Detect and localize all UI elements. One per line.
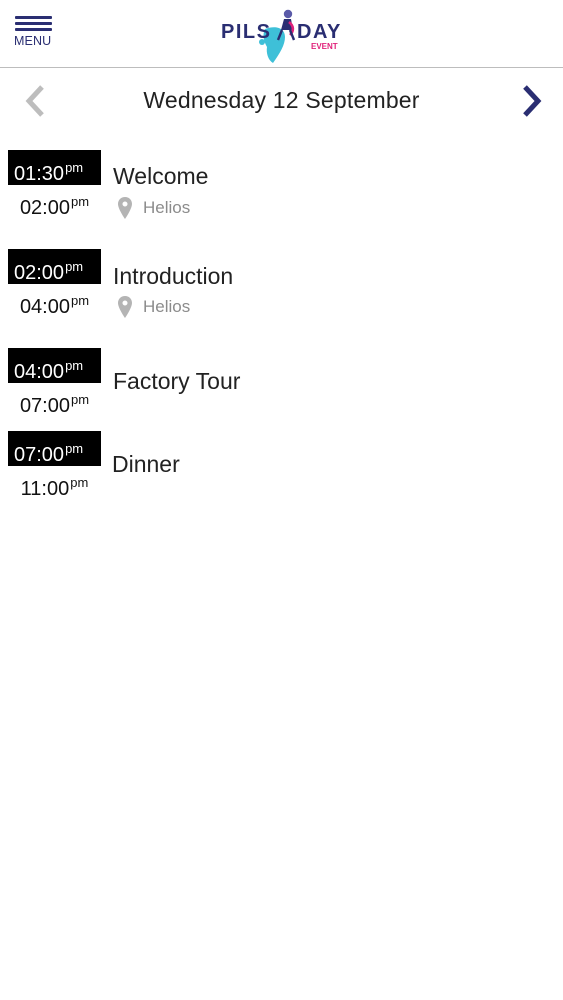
end-ampm: pm: [71, 293, 90, 308]
session-title: Welcome: [113, 163, 209, 189]
date-title: Wednesday 12 September: [143, 87, 420, 113]
session-title: Introduction: [113, 263, 234, 289]
start-ampm: pm: [65, 259, 84, 274]
start-time: 07:00pm: [8, 431, 101, 466]
schedule-item-welcome[interactable]: 01:30pm 02:00pm Welcome Helios: [0, 150, 563, 240]
end-time-value: 07:00: [19, 395, 70, 417]
start-time-value: 07:00: [14, 444, 65, 466]
end-ampm: pm: [71, 392, 90, 407]
start-ampm: pm: [65, 441, 84, 456]
session-title: Dinner: [112, 451, 180, 477]
start-ampm: pm: [65, 358, 84, 373]
schedule-item-factory-tour[interactable]: 04:00pm 07:00pm Factory Tour: [0, 348, 563, 438]
logo-text-right: DAY: [297, 21, 342, 43]
start-time-value: 04:00: [14, 361, 65, 383]
start-time: 02:00pm: [8, 249, 101, 284]
start-time: 01:30pm: [8, 150, 101, 185]
location-pin-icon: [118, 197, 132, 219]
pils-day-logo: PILS DAY EVENT: [221, 9, 342, 63]
schedule-item-dinner[interactable]: 07:00pm 11:00pm Dinner: [0, 431, 563, 521]
app-screen: MENU PILS DAY EVENT Wednesday 12 Septemb…: [0, 0, 563, 1000]
hamburger-icon: [15, 16, 52, 32]
end-time: 11:00pm: [8, 468, 101, 500]
location-pin-icon: [118, 296, 132, 318]
menu-button[interactable]: MENU: [14, 14, 58, 52]
logo-subtext: EVENT: [311, 42, 338, 51]
location-text: Helios: [143, 297, 191, 316]
session-title: Factory Tour: [113, 368, 241, 394]
location-text: Helios: [143, 198, 191, 217]
date-navigation: Wednesday 12 September: [0, 72, 563, 130]
logo-text-left: PILS: [221, 21, 271, 43]
chevron-right-icon[interactable]: [517, 84, 545, 118]
end-time: 04:00pm: [8, 286, 101, 318]
end-time: 02:00pm: [8, 187, 101, 219]
start-time: 04:00pm: [8, 348, 101, 383]
schedule-item-introduction[interactable]: 02:00pm 04:00pm Introduction Helios: [0, 249, 563, 339]
end-time: 07:00pm: [8, 385, 101, 417]
end-time-value: 11:00: [20, 478, 70, 500]
start-ampm: pm: [65, 160, 84, 175]
end-ampm: pm: [70, 475, 89, 490]
end-ampm: pm: [71, 194, 90, 209]
end-time-value: 04:00: [19, 296, 70, 318]
start-time-value: 02:00: [14, 262, 65, 284]
start-time-value: 01:30: [14, 163, 65, 185]
end-time-value: 02:00: [19, 197, 70, 219]
menu-label: MENU: [14, 34, 52, 48]
top-header: MENU PILS DAY EVENT: [0, 0, 563, 68]
